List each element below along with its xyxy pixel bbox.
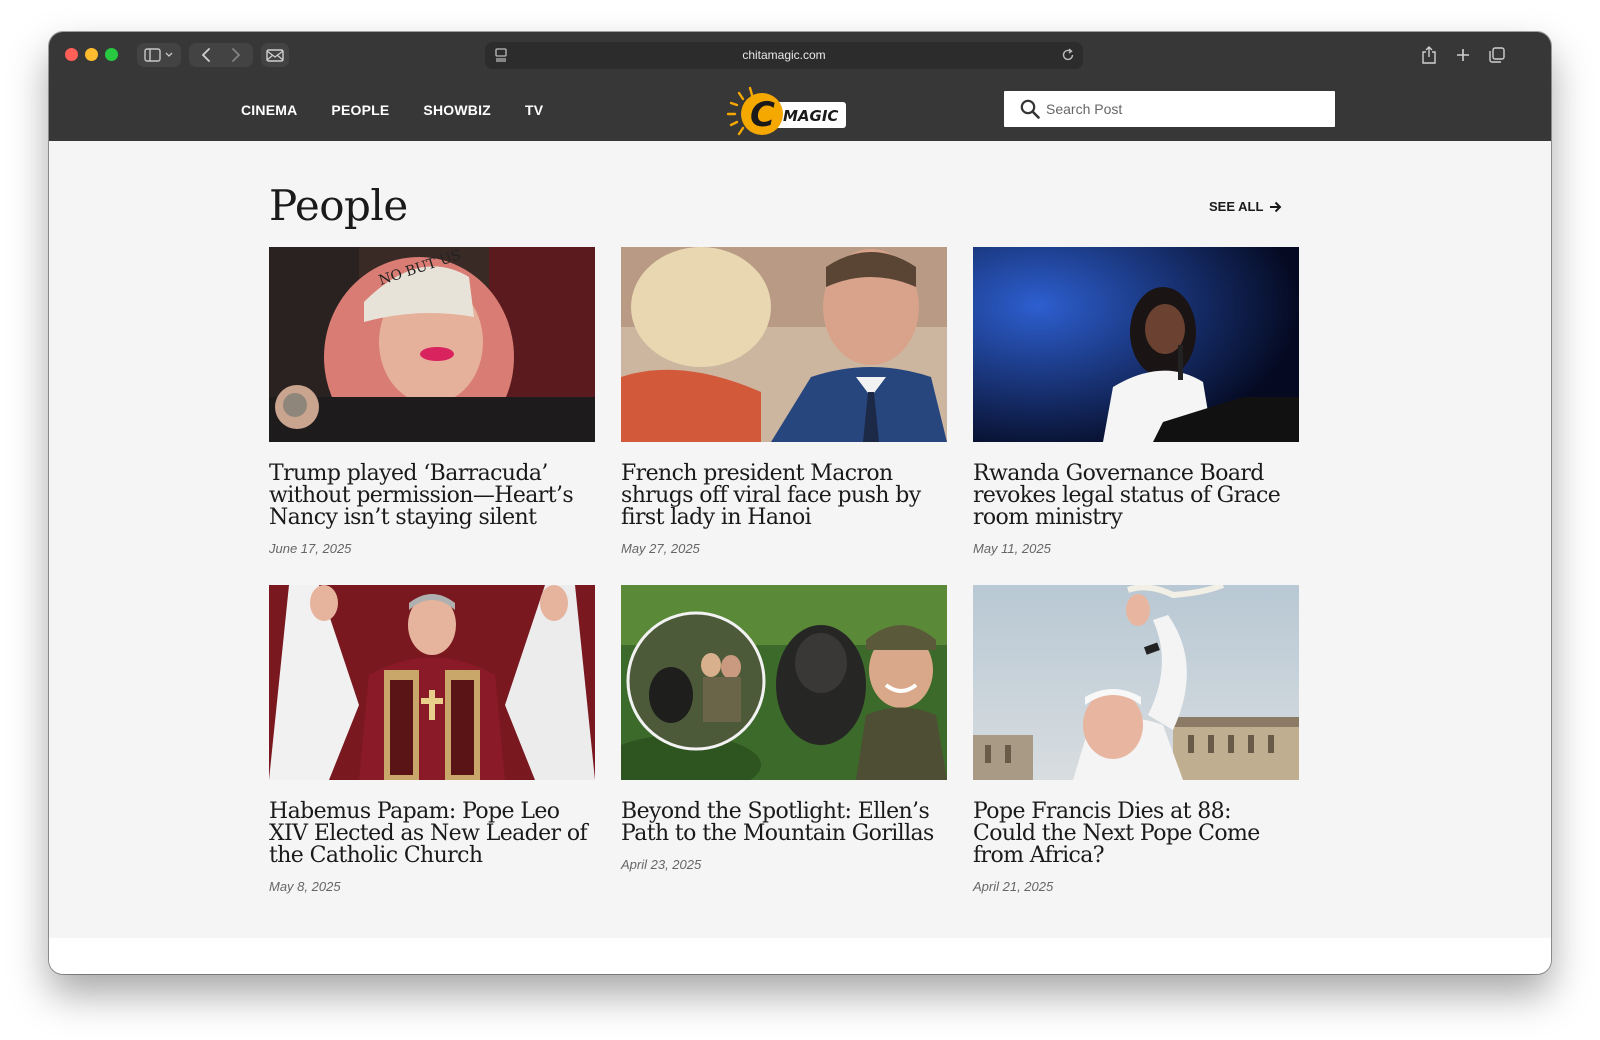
address-bar[interactable]: chitamagic.com [485, 42, 1083, 69]
logo-letter: C [750, 95, 775, 135]
see-all-label: SEE ALL [1209, 199, 1264, 214]
footer-strip [49, 938, 1551, 974]
article-date: April 23, 2025 [621, 857, 702, 872]
article-card: Beyond the Spotlight: Ellen’s Path to th… [621, 585, 947, 872]
maximize-window-button[interactable] [105, 48, 118, 61]
article-image[interactable] [621, 585, 947, 780]
search-icon[interactable] [1020, 99, 1040, 119]
article-title[interactable]: French president Macron shrugs off viral… [621, 461, 921, 530]
browser-window: chitamagic.com CINEMA PEOPLE SHOWBIZ TV … [49, 32, 1551, 974]
article-card: Rwanda Governance Board revokes legal st… [973, 247, 1299, 556]
share-button[interactable] [1415, 43, 1443, 67]
main-content: People SEE ALL NO BUT US Trump played ‘B… [49, 141, 1551, 938]
forward-button[interactable] [222, 43, 250, 67]
close-window-button[interactable] [65, 48, 78, 61]
logo-text: MAGIC [783, 107, 838, 125]
article-card: French president Macron shrugs off viral… [621, 247, 947, 556]
site-logo[interactable]: MAGIC C [719, 83, 851, 139]
chevron-left-icon [201, 48, 210, 62]
article-card: NO BUT US Trump played ‘Barracuda’ witho… [269, 247, 595, 556]
article-title[interactable]: Beyond the Spotlight: Ellen’s Path to th… [621, 799, 934, 846]
article-title[interactable]: Rwanda Governance Board revokes legal st… [973, 461, 1281, 530]
section-title: People [269, 181, 408, 230]
article-date: May 8, 2025 [269, 879, 341, 894]
mail-button[interactable] [261, 43, 289, 67]
nav-cinema[interactable]: CINEMA [241, 102, 297, 118]
see-all-link[interactable]: SEE ALL [1209, 199, 1282, 214]
nav-people[interactable]: PEOPLE [331, 102, 389, 118]
url-text: chitamagic.com [742, 48, 826, 62]
article-date: May 27, 2025 [621, 541, 700, 556]
new-tab-button[interactable] [1449, 43, 1477, 67]
search-input[interactable] [1046, 101, 1306, 117]
tabs-overview-icon [1489, 47, 1505, 63]
article-image[interactable] [621, 247, 947, 442]
browser-titlebar: chitamagic.com [49, 32, 1551, 79]
sidebar-toggle-button[interactable] [137, 43, 181, 67]
article-title[interactable]: Habemus Papam: Pope Leo XIV Elected as N… [269, 799, 588, 868]
tab-overview-button[interactable] [1483, 43, 1511, 67]
search-box [1004, 91, 1335, 127]
article-card: Habemus Papam: Pope Leo XIV Elected as N… [269, 585, 595, 894]
article-date: June 17, 2025 [269, 541, 352, 556]
article-image[interactable] [269, 585, 595, 780]
sidebar-icon [144, 48, 173, 62]
site-header: CINEMA PEOPLE SHOWBIZ TV MAGIC C Search … [49, 79, 1551, 141]
article-date: April 21, 2025 [973, 879, 1054, 894]
minimize-window-button[interactable] [85, 48, 98, 61]
article-image[interactable] [973, 585, 1299, 780]
article-date: May 11, 2025 [973, 541, 1051, 556]
chevron-right-icon [232, 48, 241, 62]
nav-showbiz[interactable]: SHOWBIZ [423, 102, 491, 118]
arrow-right-icon [1270, 201, 1282, 212]
back-button[interactable] [192, 43, 220, 67]
article-image[interactable] [973, 247, 1299, 442]
reload-icon[interactable] [1061, 48, 1075, 67]
main-nav: CINEMA PEOPLE SHOWBIZ TV [241, 79, 543, 141]
article-title[interactable]: Trump played ‘Barracuda’ without permiss… [269, 461, 574, 530]
article-title[interactable]: Pope Francis Dies at 88: Could the Next … [973, 799, 1260, 868]
plus-icon [1457, 49, 1469, 61]
nav-tv[interactable]: TV [525, 102, 543, 118]
share-icon [1422, 46, 1436, 64]
article-image[interactable]: NO BUT US [269, 247, 595, 442]
article-card: Pope Francis Dies at 88: Could the Next … [973, 585, 1299, 894]
mail-icon [266, 48, 284, 62]
